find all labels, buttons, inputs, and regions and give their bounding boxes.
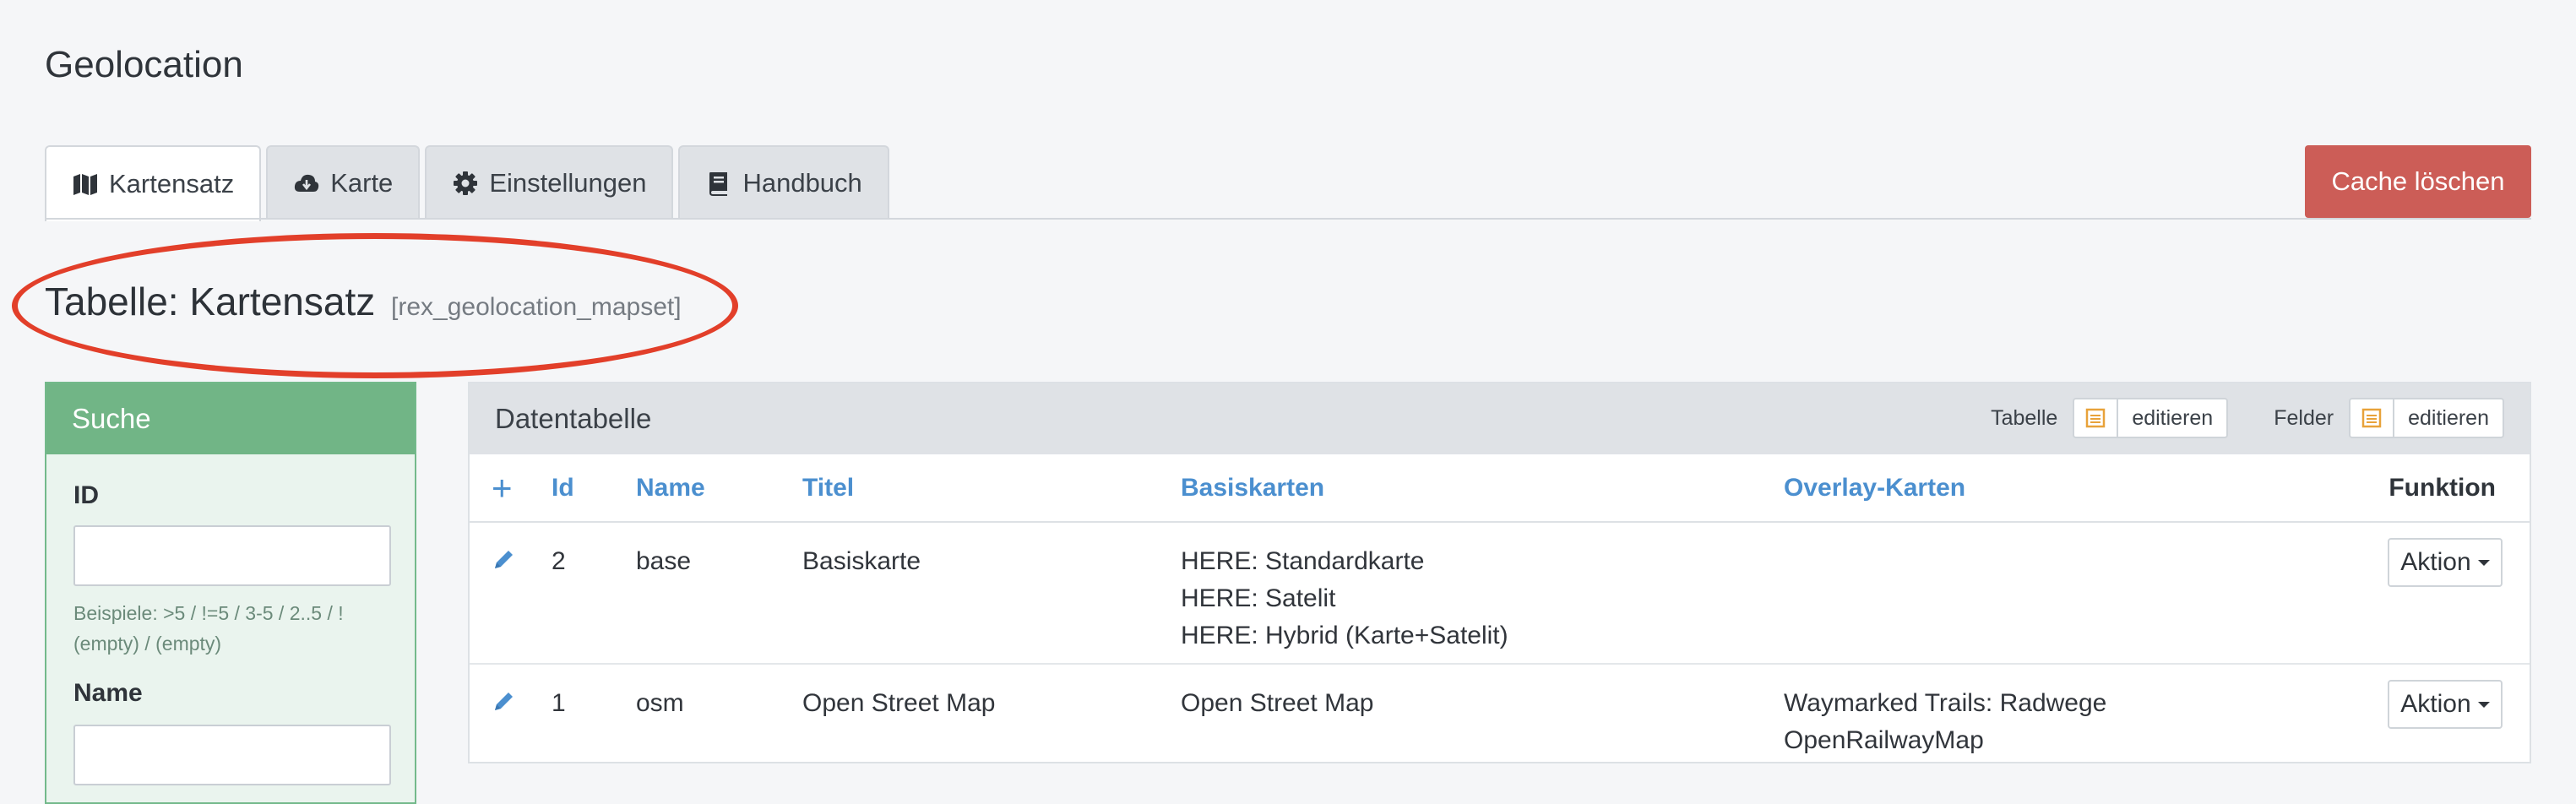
edit-table-button[interactable]: editieren [2118, 399, 2226, 437]
data-table-panel: Datentabelle Tabelle editieren Felder ed… [468, 382, 2531, 763]
add-row-button[interactable]: + [470, 454, 552, 523]
tab-einstellungen[interactable]: Einstellungen [425, 145, 674, 220]
clear-cache-button[interactable]: Cache löschen [2305, 145, 2531, 218]
pencil-icon[interactable] [492, 688, 517, 714]
map-icon [73, 174, 97, 195]
cell-titel: Basiskarte [802, 522, 1181, 665]
tab-label: Handbuch [742, 168, 862, 198]
book-icon [709, 172, 728, 196]
row-edit-cell [470, 664, 552, 765]
cell-titel: Open Street Map [802, 689, 996, 717]
cell-name: base [636, 522, 802, 665]
tab-karte[interactable]: Karte [266, 145, 421, 220]
row-edit-cell [470, 522, 552, 665]
data-table-header: Datentabelle Tabelle editieren Felder ed… [470, 383, 2530, 454]
cell-basiskarten: Open Street Map [1181, 664, 1784, 765]
name-search-input[interactable] [73, 725, 391, 785]
aktion-dropdown-button[interactable]: Aktion [2388, 680, 2503, 729]
column-header-name[interactable]: Name [636, 454, 802, 523]
basiskarte-item: HERE: Standardkarte [1181, 547, 1425, 575]
id-field-hint: Beispiele: >5 / !=5 / 3-5 / 2..5 / !(emp… [73, 602, 344, 655]
search-panel-title: Suche [46, 383, 415, 454]
name-field-label: Name [73, 679, 143, 707]
cell-funktion: Aktion [2240, 664, 2530, 765]
cloud-download-icon [295, 174, 319, 192]
overlay-item: OpenRailwayMap [1784, 726, 1984, 754]
table-row: 2 base Basiskarte HERE: Standardkarte HE… [470, 522, 2530, 665]
overlay-item: Waymarked Trails: Radwege [1784, 689, 2107, 717]
tab-label: Karte [330, 168, 394, 198]
fields-edit-icon[interactable] [2350, 399, 2395, 437]
id-search-input[interactable] [73, 525, 391, 586]
cell-funktion: Aktion [2240, 522, 2530, 665]
table-edit-icon[interactable] [2074, 399, 2119, 437]
aktion-label: Aktion [2400, 690, 2471, 718]
aktion-label: Aktion [2400, 548, 2471, 576]
caret-down-icon [2477, 559, 2490, 566]
tab-kartensatz[interactable]: Kartensatz [45, 145, 262, 221]
column-header-overlay-karten[interactable]: Overlay-Karten [1784, 454, 2240, 523]
edit-fields-button[interactable]: editieren [2394, 399, 2503, 437]
basiskarte-item: Open Street Map [1181, 689, 1374, 717]
tool-label-tabelle: Tabelle [1991, 405, 2058, 430]
column-header-funktion: Funktion [2240, 454, 2530, 523]
search-panel: Suche ID Beispiele: >5 / !=5 / 3-5 / 2..… [45, 382, 416, 804]
caret-down-icon [2477, 701, 2490, 708]
tab-label: Kartensatz [109, 169, 235, 198]
column-header-id[interactable]: Id [552, 454, 636, 523]
table-tools: Tabelle editieren Felder editieren [1991, 398, 2504, 438]
data-table: + Id Name Titel Basiskarten Overlay-Kart… [470, 454, 2530, 765]
tab-label: Einstellungen [489, 168, 647, 198]
edit-table-button-group[interactable]: editieren [2073, 398, 2229, 438]
tabs-divider [45, 218, 2531, 220]
tab-handbuch[interactable]: Handbuch [678, 145, 889, 220]
aktion-dropdown-button[interactable]: Aktion [2388, 538, 2503, 587]
cell-id: 2 [552, 522, 636, 665]
basiskarte-item: HERE: Hybrid (Karte+Satelit) [1181, 622, 1508, 649]
tab-bar: Kartensatz Karte Einstellungen Handbuch [45, 145, 889, 221]
cell-id: 1 [552, 689, 566, 717]
column-header-titel[interactable]: Titel [802, 454, 1181, 523]
column-header-basiskarten[interactable]: Basiskarten [1181, 454, 1784, 523]
table-row: 1 osm Open Street Map Open Street Map Wa… [470, 664, 2530, 765]
edit-fields-button-group[interactable]: editieren [2349, 398, 2504, 438]
annotation-circle [12, 233, 738, 378]
cell-overlay-karten: Waymarked Trails: Radwege OpenRailwayMap [1784, 664, 2240, 765]
page-title: Geolocation [45, 44, 243, 85]
cell-basiskarten: HERE: Standardkarte HERE: Satelit HERE: … [1181, 522, 1784, 665]
gear-icon [454, 171, 478, 195]
basiskarte-item: HERE: Satelit [1181, 584, 1336, 612]
data-table-title: Datentabelle [495, 403, 652, 434]
table-header-row: + Id Name Titel Basiskarten Overlay-Kart… [470, 454, 2530, 523]
id-field-label: ID [73, 481, 99, 509]
pencil-icon[interactable] [492, 546, 517, 572]
cell-overlay-karten [1784, 522, 2240, 665]
tool-label-felder: Felder [2274, 405, 2334, 430]
cell-name: osm [636, 689, 684, 717]
